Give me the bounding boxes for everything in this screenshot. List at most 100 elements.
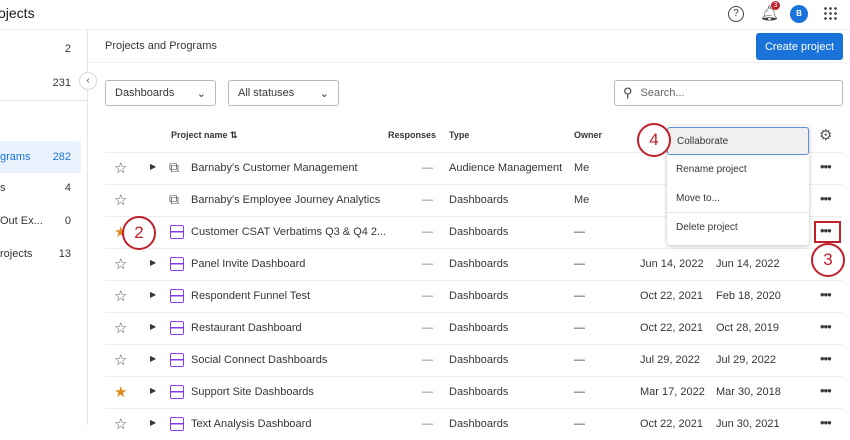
expand-chevron-icon[interactable]: ▶	[150, 322, 156, 331]
star-outline-icon[interactable]: ☆	[114, 255, 127, 273]
table-row[interactable]: ☆▶Panel Invite Dashboard—Dashboards—Jun …	[105, 248, 843, 280]
menu-item-rename[interactable]: Rename project	[667, 155, 809, 183]
help-icon[interactable]: ?	[728, 6, 744, 22]
type: Dashboards	[449, 194, 508, 206]
status-filter-select[interactable]: All statuses⌄	[228, 80, 339, 106]
project-name[interactable]: Barnaby's Customer Management	[191, 162, 358, 174]
project-actions-menu: Collaborate Rename project Move to... De…	[667, 126, 809, 245]
created-date: Feb 18, 2020	[716, 290, 781, 302]
project-name[interactable]: Customer CSAT Verbatims Q3 & Q4 2...	[191, 226, 386, 238]
chevron-down-icon: ⌄	[320, 87, 329, 100]
star-outline-icon[interactable]: ☆	[114, 351, 127, 369]
annotation-box	[814, 221, 841, 243]
table-row[interactable]: ☆▶Social Connect Dashboards—Dashboards—J…	[105, 344, 843, 376]
annotation-marker-3: 3	[811, 243, 845, 277]
star-outline-icon[interactable]: ☆	[114, 415, 127, 433]
sidebar-item[interactable]: Out Ex...0	[0, 206, 81, 236]
owner: —	[574, 386, 585, 398]
responses: —	[422, 258, 433, 270]
sidebar-item[interactable]: 2	[0, 34, 81, 64]
last-modified: Jun 14, 2022	[640, 258, 704, 270]
item-count: 2	[65, 43, 71, 55]
divider	[0, 100, 88, 101]
expand-chevron-icon[interactable]: ▶	[150, 290, 156, 299]
star-outline-icon[interactable]: ☆	[114, 287, 127, 305]
search-input[interactable]: ⚲Search...	[614, 80, 843, 106]
table-row[interactable]: ★▶Support Site Dashboards—Dashboards—Mar…	[105, 376, 843, 408]
project-name[interactable]: Panel Invite Dashboard	[191, 258, 305, 270]
type: Dashboards	[449, 322, 508, 334]
responses: —	[422, 354, 433, 366]
collapse-sidebar-button[interactable]: ‹	[79, 72, 97, 90]
dashboard-icon	[170, 353, 184, 367]
project-name[interactable]: Restaurant Dashboard	[191, 322, 302, 334]
annotation-marker-2: 2	[122, 216, 156, 250]
dashboard-icon	[170, 289, 184, 303]
project-name[interactable]: Barnaby's Employee Journey Analytics	[191, 194, 380, 206]
expand-chevron-icon[interactable]: ▶	[150, 386, 156, 395]
type: Dashboards	[449, 258, 508, 270]
expand-chevron-icon[interactable]: ▶	[150, 258, 156, 267]
last-modified: Oct 22, 2021	[640, 418, 703, 430]
sidebar-item[interactable]: s4	[0, 173, 81, 203]
item-count: 0	[65, 215, 71, 227]
avatar[interactable]: B	[790, 5, 808, 23]
sidebar-item[interactable]: rojects13	[0, 239, 81, 269]
project-name[interactable]: Text Analysis Dashboard	[191, 418, 311, 430]
app-title: ojects	[0, 5, 35, 21]
more-actions-button[interactable]: •••	[820, 351, 831, 366]
column-header-owner[interactable]: Owner	[574, 130, 602, 140]
notification-badge: 3	[771, 1, 780, 10]
owner: Me	[574, 194, 589, 206]
last-modified: Oct 22, 2021	[640, 290, 703, 302]
more-actions-button[interactable]: •••	[820, 159, 831, 174]
table-row[interactable]: ☆▶Respondent Funnel Test—Dashboards—Oct …	[105, 280, 843, 312]
chevron-down-icon: ⌄	[197, 87, 206, 100]
page-title: Projects and Programs	[105, 40, 217, 52]
project-name[interactable]: Social Connect Dashboards	[191, 354, 327, 366]
expand-chevron-icon[interactable]: ▶	[150, 418, 156, 427]
program-icon: ⧉	[169, 191, 179, 208]
dashboard-icon	[170, 225, 184, 239]
expand-chevron-icon[interactable]: ▶	[150, 354, 156, 363]
created-date: Jun 30, 2021	[716, 418, 780, 430]
more-actions-button[interactable]: •••	[820, 191, 831, 206]
menu-item-delete[interactable]: Delete project	[667, 213, 809, 241]
dashboard-icon	[170, 257, 184, 271]
star-outline-icon[interactable]: ☆	[114, 319, 127, 337]
responses: —	[422, 290, 433, 302]
type-filter-select[interactable]: Dashboards⌄	[105, 80, 216, 106]
type: Dashboards	[449, 354, 508, 366]
project-name[interactable]: Respondent Funnel Test	[191, 290, 310, 302]
star-filled-icon[interactable]: ★	[114, 383, 127, 401]
create-project-button[interactable]: Create project	[756, 33, 843, 60]
sidebar-item-programs[interactable]: grams282	[0, 141, 81, 173]
responses: —	[422, 418, 433, 430]
star-outline-icon[interactable]: ☆	[114, 159, 127, 177]
menu-item-collaborate[interactable]: Collaborate	[667, 127, 809, 155]
dashboard-icon	[170, 321, 184, 335]
project-name[interactable]: Support Site Dashboards	[191, 386, 314, 398]
app-grid-icon[interactable]	[823, 6, 837, 20]
created-date: Jun 14, 2022	[716, 258, 780, 270]
dashboard-icon	[170, 385, 184, 399]
more-actions-button[interactable]: •••	[820, 415, 831, 430]
more-actions-button[interactable]: •••	[820, 319, 831, 334]
item-count: 231	[53, 77, 71, 89]
column-header-type[interactable]: Type	[449, 130, 469, 140]
column-header-name[interactable]: Project name ⇅	[171, 130, 238, 141]
sidebar-item[interactable]: 231	[0, 68, 81, 98]
more-actions-button[interactable]: •••	[820, 287, 831, 302]
type: Dashboards	[449, 386, 508, 398]
star-outline-icon[interactable]: ☆	[114, 191, 127, 209]
gear-icon[interactable]: ⚙	[819, 126, 832, 144]
owner: —	[574, 226, 585, 238]
more-actions-button[interactable]: •••	[820, 383, 831, 398]
menu-item-move[interactable]: Move to...	[667, 184, 809, 212]
table-row[interactable]: ☆▶Restaurant Dashboard—Dashboards—Oct 22…	[105, 312, 843, 344]
table-row[interactable]: ☆▶Text Analysis Dashboard—Dashboards—Oct…	[105, 408, 843, 440]
responses: —	[422, 386, 433, 398]
owner: —	[574, 418, 585, 430]
expand-chevron-icon[interactable]: ▶	[150, 162, 156, 171]
column-header-responses[interactable]: Responses	[388, 130, 436, 140]
